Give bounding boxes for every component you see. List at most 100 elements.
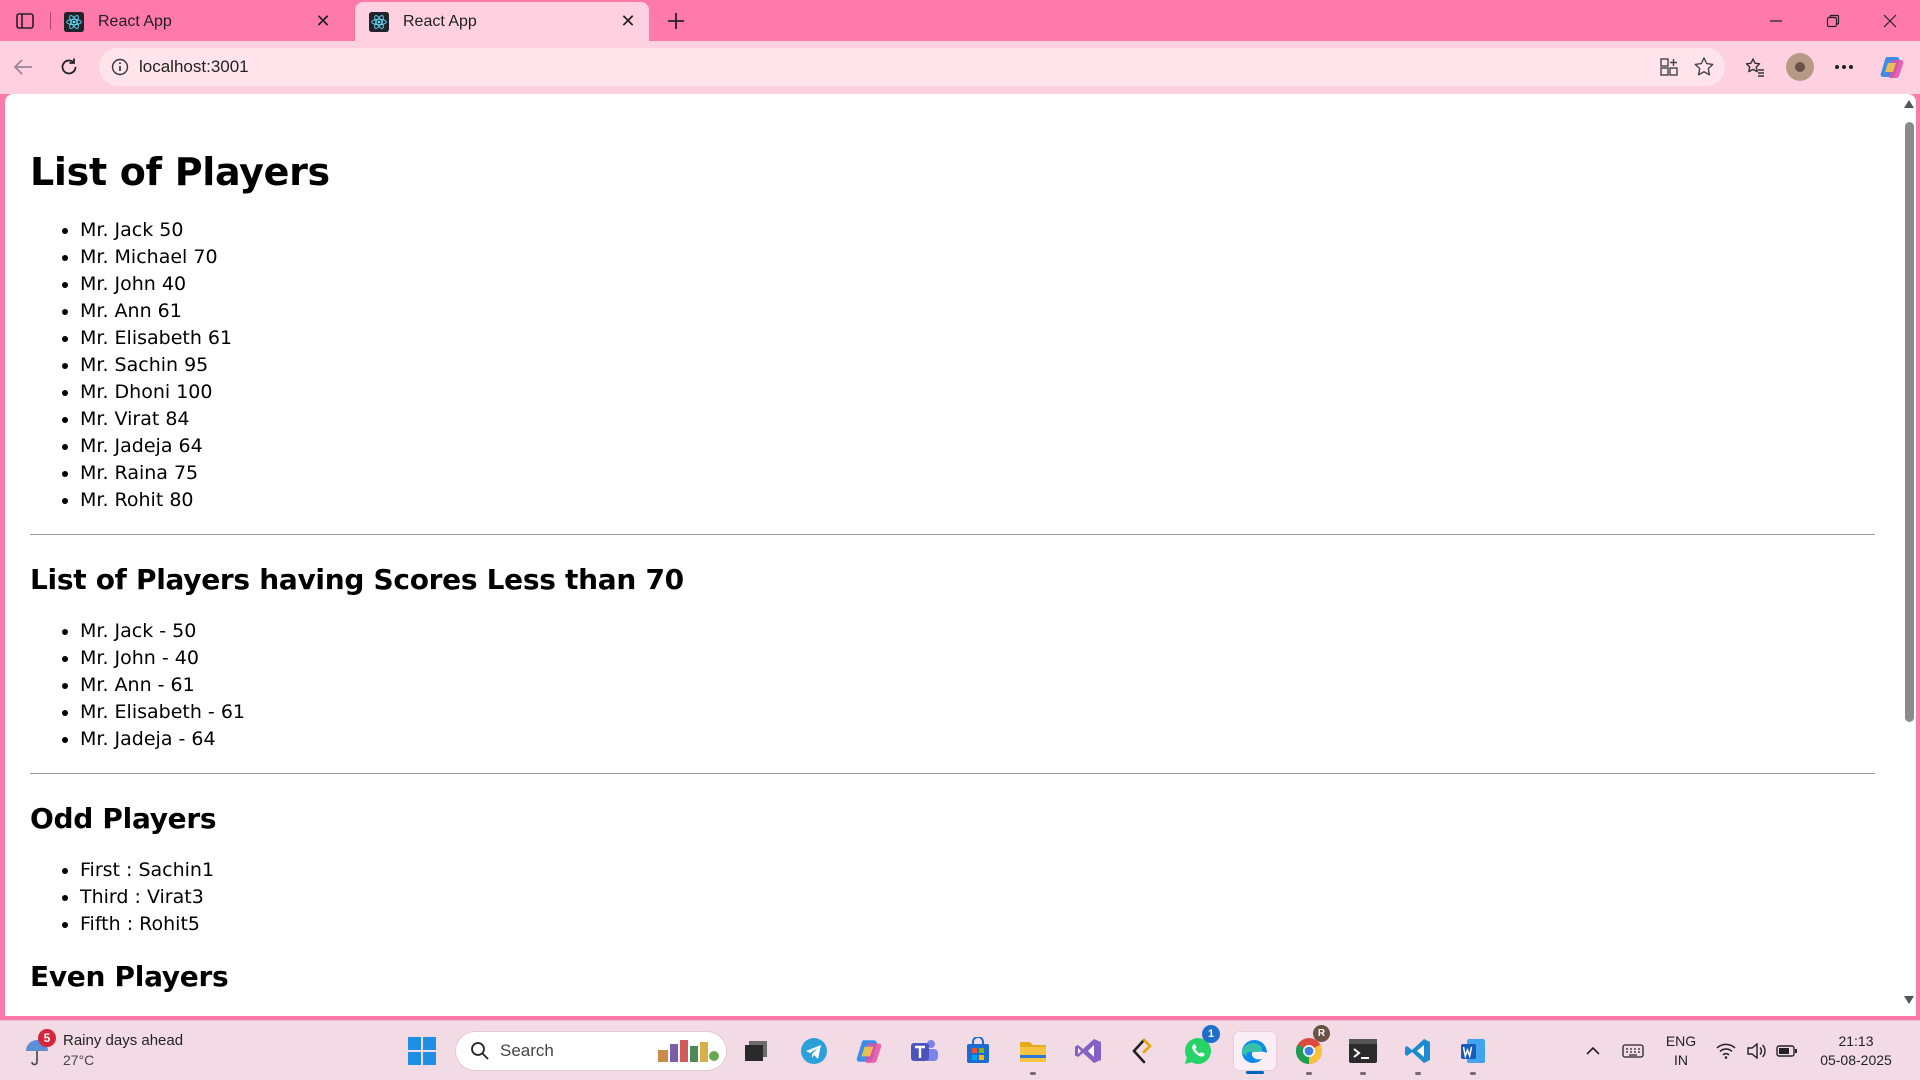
star-icon[interactable] (1693, 56, 1715, 78)
vertical-scrollbar[interactable] (1902, 96, 1916, 1010)
language-code: ENG (1665, 1033, 1697, 1049)
close-window-button[interactable] (1862, 0, 1918, 41)
microsoft-store-app[interactable] (958, 1031, 998, 1071)
teams-icon (911, 1040, 938, 1061)
low-score-heading: List of Players having Scores Less than … (30, 563, 684, 596)
pen-tool-icon (1132, 1038, 1152, 1064)
battery-icon (1776, 1045, 1797, 1057)
close-tab-icon[interactable]: ✕ (615, 9, 641, 35)
tab-react-app-2[interactable]: React App ✕ (355, 2, 649, 41)
low-score-players-list: Mr. Jack - 50Mr. John - 40Mr. Ann - 61Mr… (30, 618, 1875, 753)
word-icon (1461, 1039, 1485, 1063)
low-score-player-item: Mr. John - 40 (80, 645, 1875, 672)
url-text[interactable]: localhost:3001 (139, 57, 249, 77)
search-highlight-icon (658, 1040, 719, 1062)
task-view-button[interactable] (736, 1031, 776, 1071)
low-score-player-item: Mr. Elisabeth - 61 (80, 699, 1875, 726)
scrollbar-thumb[interactable] (1905, 122, 1914, 722)
reload-button[interactable] (50, 48, 88, 86)
settings-more-button[interactable] (1825, 48, 1863, 86)
telegram-icon (801, 1038, 827, 1064)
divider (30, 773, 1875, 774)
favorites-icon (1745, 58, 1764, 77)
profile-badge: R (1313, 1025, 1330, 1042)
app-available-icon[interactable] (1659, 57, 1679, 77)
running-indicator (1470, 1072, 1476, 1075)
tab-title: React App (403, 12, 477, 30)
address-bar[interactable]: localhost:3001 (99, 48, 1725, 86)
new-tab-button[interactable] (660, 5, 692, 37)
page-title: List of Players (30, 150, 330, 194)
plus-icon (668, 13, 684, 29)
terminal-app[interactable] (1343, 1031, 1383, 1075)
input-language[interactable]: ENG IN (1656, 1021, 1706, 1080)
store-icon (967, 1037, 989, 1063)
file-explorer-app[interactable] (1013, 1031, 1053, 1075)
date: 05-08-2025 (1820, 1052, 1892, 1068)
sidebar-panel-icon (16, 13, 34, 29)
player-list-item: Mr. Elisabeth 61 (80, 325, 1875, 352)
copilot-icon (856, 1040, 882, 1063)
quick-settings-button[interactable] (1714, 1021, 1800, 1080)
visual-studio-app[interactable] (1068, 1031, 1108, 1071)
tab-actions-button[interactable] (10, 6, 40, 36)
player-list-item: Mr. Jadeja 64 (80, 433, 1875, 460)
low-score-player-item: Mr. Jadeja - 64 (80, 726, 1875, 753)
player-list-item: Mr. Michael 70 (80, 244, 1875, 271)
player-list-item: Mr. Jack 50 (80, 217, 1875, 244)
player-list-item: Mr. Ann 61 (80, 298, 1875, 325)
profile-button[interactable] (1781, 48, 1819, 86)
odd-player-item: Fifth : Rohit5 (80, 911, 1875, 938)
weather-temp: 27°C (63, 1052, 95, 1068)
divider (30, 534, 1875, 535)
react-logo-icon (369, 11, 389, 32)
back-button[interactable] (4, 48, 42, 86)
tab-react-app-1[interactable]: React App ✕ (50, 2, 344, 41)
running-indicator (1306, 1072, 1312, 1075)
running-indicator (1030, 1072, 1036, 1075)
close-tab-icon[interactable]: ✕ (310, 9, 336, 35)
weather-widget[interactable]: 5 Rainy days ahead 27°C (20, 1029, 210, 1073)
more-dots-icon (1835, 65, 1853, 69)
start-button[interactable] (402, 1031, 442, 1071)
scroll-down-icon[interactable] (1904, 996, 1914, 1004)
region-code: IN (1674, 1052, 1688, 1068)
word-app[interactable] (1453, 1031, 1493, 1075)
pen-app[interactable] (1122, 1031, 1162, 1071)
player-list-item: Mr. Raina 75 (80, 460, 1875, 487)
even-players-heading: Even Players (30, 960, 229, 993)
player-list-item: Mr. Dhoni 100 (80, 379, 1875, 406)
favorites-button[interactable] (1736, 48, 1774, 86)
clock[interactable]: 21:13 05-08-2025 (1806, 1021, 1906, 1080)
restore-button[interactable] (1805, 0, 1861, 41)
copilot-button[interactable] (1873, 48, 1911, 86)
player-list-item: Mr. Rohit 80 (80, 487, 1875, 514)
volume-icon (1747, 1043, 1766, 1059)
chrome-app[interactable]: R (1289, 1025, 1330, 1075)
wifi-icon (1716, 1043, 1736, 1059)
odd-players-list: First : Sachin1Third : Virat3Fifth : Roh… (30, 857, 1875, 938)
site-info-icon[interactable] (111, 58, 129, 76)
player-list-item: Mr. Virat 84 (80, 406, 1875, 433)
windows-logo-icon (408, 1037, 436, 1065)
vscode-icon (1405, 1039, 1430, 1063)
minimize-icon (1770, 19, 1782, 22)
copilot-app[interactable] (849, 1031, 889, 1071)
scroll-up-icon[interactable] (1904, 100, 1914, 108)
edge-app[interactable] (1233, 1031, 1277, 1074)
whatsapp-app[interactable]: 1 (1178, 1025, 1220, 1071)
react-logo-icon (64, 11, 84, 32)
telegram-app[interactable] (794, 1031, 834, 1071)
teams-app[interactable] (904, 1031, 944, 1071)
terminal-icon (1349, 1039, 1377, 1063)
low-score-player-item: Mr. Jack - 50 (80, 618, 1875, 645)
players-list: Mr. Jack 50Mr. Michael 70Mr. John 40Mr. … (30, 217, 1875, 514)
vscode-app[interactable] (1398, 1031, 1438, 1075)
active-indicator (1246, 1071, 1264, 1074)
keyboard-button[interactable] (1618, 1021, 1648, 1080)
odd-player-item: Third : Virat3 (80, 884, 1875, 911)
minimize-button[interactable] (1748, 0, 1804, 41)
running-indicator (1415, 1072, 1421, 1075)
show-hidden-icons-button[interactable] (1580, 1021, 1606, 1080)
taskbar-search[interactable]: Search (455, 1031, 727, 1071)
